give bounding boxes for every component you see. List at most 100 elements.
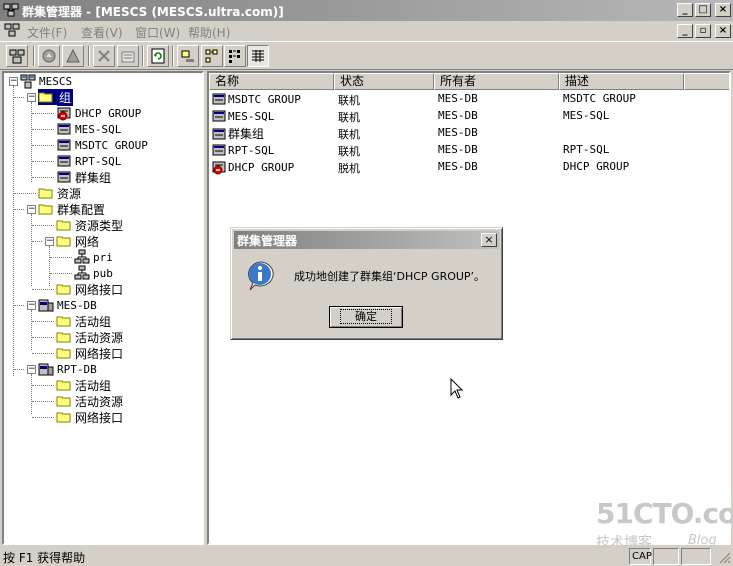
menu-help[interactable]: 帮助(H) bbox=[188, 24, 230, 41]
tree-root-mescs[interactable]: MESCS bbox=[20, 73, 72, 89]
dialog-message: 成功地创建了群集组‘DHCP GROUP’。 bbox=[294, 270, 486, 283]
row-description: DHCP GROUP bbox=[563, 160, 630, 173]
open-folder-icon bbox=[38, 204, 53, 215]
tree-group-dhcp[interactable]: DHCP GROUP bbox=[56, 105, 141, 121]
group-offline-icon bbox=[212, 161, 226, 175]
column-header-name[interactable]: 名称 bbox=[209, 73, 334, 90]
tree-node-networks[interactable]: 网络 bbox=[56, 233, 99, 249]
title-bar: 群集管理器 - [MESCS (MESCS.ultra.com)] _ □ × bbox=[0, 0, 733, 21]
tree-group-cluster[interactable]: 群集组 bbox=[56, 169, 111, 185]
cluster-app-icon[interactable] bbox=[3, 3, 19, 20]
cluster-icon bbox=[20, 74, 36, 89]
folder-icon bbox=[56, 412, 71, 423]
row-owner: MES-DB bbox=[438, 126, 478, 139]
tree-mes-db-active-resources[interactable]: 活动资源 bbox=[56, 329, 123, 345]
tree-rpt-db-active-groups[interactable]: 活动组 bbox=[56, 377, 111, 393]
open-folder-icon bbox=[56, 236, 71, 247]
dialog-title-bar[interactable]: 群集管理器 × bbox=[234, 231, 499, 249]
status-bar: 按 F1 获得帮助 CAP bbox=[0, 546, 733, 566]
info-icon bbox=[245, 260, 277, 295]
refresh-icon[interactable] bbox=[147, 45, 169, 67]
child-restore-button[interactable]: ▫ bbox=[695, 24, 711, 38]
tree-node-resources[interactable]: 资源 bbox=[38, 185, 81, 201]
details-view-icon[interactable] bbox=[247, 45, 269, 67]
ok-button-label: 确定 bbox=[340, 309, 392, 324]
column-header-owner[interactable]: 所有者 bbox=[434, 73, 559, 90]
minimize-button[interactable]: _ bbox=[677, 3, 693, 17]
menu-file[interactable]: 文件(F) bbox=[27, 24, 67, 41]
row-name-cell: MSDTC GROUP bbox=[211, 91, 301, 107]
tree-label: MESCS bbox=[39, 74, 73, 88]
delete-icon[interactable] bbox=[93, 45, 115, 67]
open-folder-icon bbox=[38, 92, 53, 103]
mouse-cursor-icon bbox=[450, 377, 464, 402]
tree-node-groups[interactable]: 组 bbox=[38, 88, 74, 106]
tree-group-rpt-sql[interactable]: RPT-SQL bbox=[56, 153, 121, 169]
watermark: 51CTO.com 技术博客 Blog bbox=[596, 497, 733, 551]
large-icons-icon[interactable] bbox=[177, 45, 199, 67]
online-icon[interactable] bbox=[38, 45, 60, 67]
folder-icon bbox=[56, 348, 71, 359]
document-icon[interactable] bbox=[4, 23, 20, 40]
row-owner: MES-DB bbox=[438, 143, 478, 156]
tree-mes-db-network-interfaces[interactable]: 网络接口 bbox=[56, 345, 123, 361]
maximize-button[interactable]: □ bbox=[695, 3, 711, 17]
column-header-status[interactable]: 状态 bbox=[334, 73, 434, 90]
tree-network-pri[interactable]: pri bbox=[74, 249, 113, 265]
properties-icon[interactable] bbox=[117, 45, 139, 67]
child-close-button[interactable]: × bbox=[715, 24, 731, 38]
network-icon bbox=[74, 249, 90, 264]
dialog-title: 群集管理器 bbox=[237, 234, 298, 248]
small-icons-icon[interactable] bbox=[201, 45, 223, 67]
tree-group-msdtc[interactable]: MSDTC GROUP bbox=[56, 137, 148, 153]
group-icon bbox=[212, 144, 226, 156]
network-icon bbox=[74, 265, 90, 280]
row-description: MSDTC GROUP bbox=[563, 92, 636, 105]
connect-icon[interactable] bbox=[6, 45, 28, 67]
tree-node-network-interfaces[interactable]: 网络接口 bbox=[56, 281, 123, 297]
status-panel-caps: CAP bbox=[629, 548, 652, 565]
row-owner: MES-DB bbox=[438, 92, 478, 105]
tree-mes-db-active-groups[interactable]: 活动组 bbox=[56, 313, 111, 329]
row-owner: MES-DB bbox=[438, 109, 478, 122]
row-name-cell: RPT-SQL bbox=[211, 142, 274, 158]
tree-node-cluster-config[interactable]: 群集配置 bbox=[38, 201, 105, 217]
row-status: 脱机 bbox=[338, 162, 360, 175]
tree-node-mes-db[interactable]: MES-DB bbox=[38, 297, 97, 313]
table-row[interactable]: MSDTC GROUP 联机 MES-DB MSDTC GROUP bbox=[209, 91, 729, 108]
message-dialog: 群集管理器 × 成功地创建了群集组‘DHCP GROUP’。 确定 bbox=[230, 227, 503, 340]
folder-icon bbox=[56, 284, 71, 295]
list-view-icon[interactable] bbox=[224, 45, 246, 67]
row-name-cell: MES-SQL bbox=[211, 108, 274, 124]
resize-grip-icon[interactable] bbox=[719, 552, 731, 566]
group-icon bbox=[57, 139, 71, 151]
folder-icon bbox=[56, 380, 71, 391]
table-row[interactable]: DHCP GROUP 脱机 MES-DB DHCP GROUP bbox=[209, 159, 729, 176]
ok-button[interactable]: 确定 bbox=[329, 306, 403, 328]
table-row[interactable]: 群集组 联机 MES-DB bbox=[209, 125, 729, 142]
toolbar bbox=[0, 41, 733, 70]
table-row[interactable]: RPT-SQL 联机 MES-DB RPT-SQL bbox=[209, 142, 729, 159]
menu-view[interactable]: 查看(V) bbox=[81, 24, 123, 41]
column-header-description[interactable]: 描述 bbox=[559, 73, 684, 90]
table-row[interactable]: MES-SQL 联机 MES-DB MES-SQL bbox=[209, 108, 729, 125]
tree-pane[interactable]: − MESCS − 组 DHCP GROUP MES-SQL MSDTC GRO… bbox=[2, 71, 204, 545]
tree-network-pub[interactable]: pub bbox=[74, 265, 113, 281]
tree-rpt-db-network-interfaces[interactable]: 网络接口 bbox=[56, 409, 123, 425]
menu-window[interactable]: 窗口(W) bbox=[135, 24, 180, 41]
row-name-cell: 群集组 bbox=[211, 125, 264, 142]
column-header-filler bbox=[684, 73, 729, 90]
child-minimize-button[interactable]: _ bbox=[677, 24, 693, 38]
group-icon bbox=[212, 110, 226, 122]
tree-node-resource-types[interactable]: 资源类型 bbox=[56, 217, 123, 233]
row-status: 联机 bbox=[338, 111, 360, 124]
dialog-close-button[interactable]: × bbox=[481, 233, 497, 247]
close-button[interactable]: × bbox=[715, 3, 731, 17]
tree-group-mes-sql[interactable]: MES-SQL bbox=[56, 121, 121, 137]
offline-icon[interactable] bbox=[62, 45, 84, 67]
tree-rpt-db-active-resources[interactable]: 活动资源 bbox=[56, 393, 123, 409]
folder-icon bbox=[56, 316, 71, 327]
group-icon bbox=[57, 171, 71, 183]
tree-node-rpt-db[interactable]: RPT-DB bbox=[38, 361, 97, 377]
window-title: 群集管理器 - [MESCS (MESCS.ultra.com)] bbox=[22, 5, 284, 19]
